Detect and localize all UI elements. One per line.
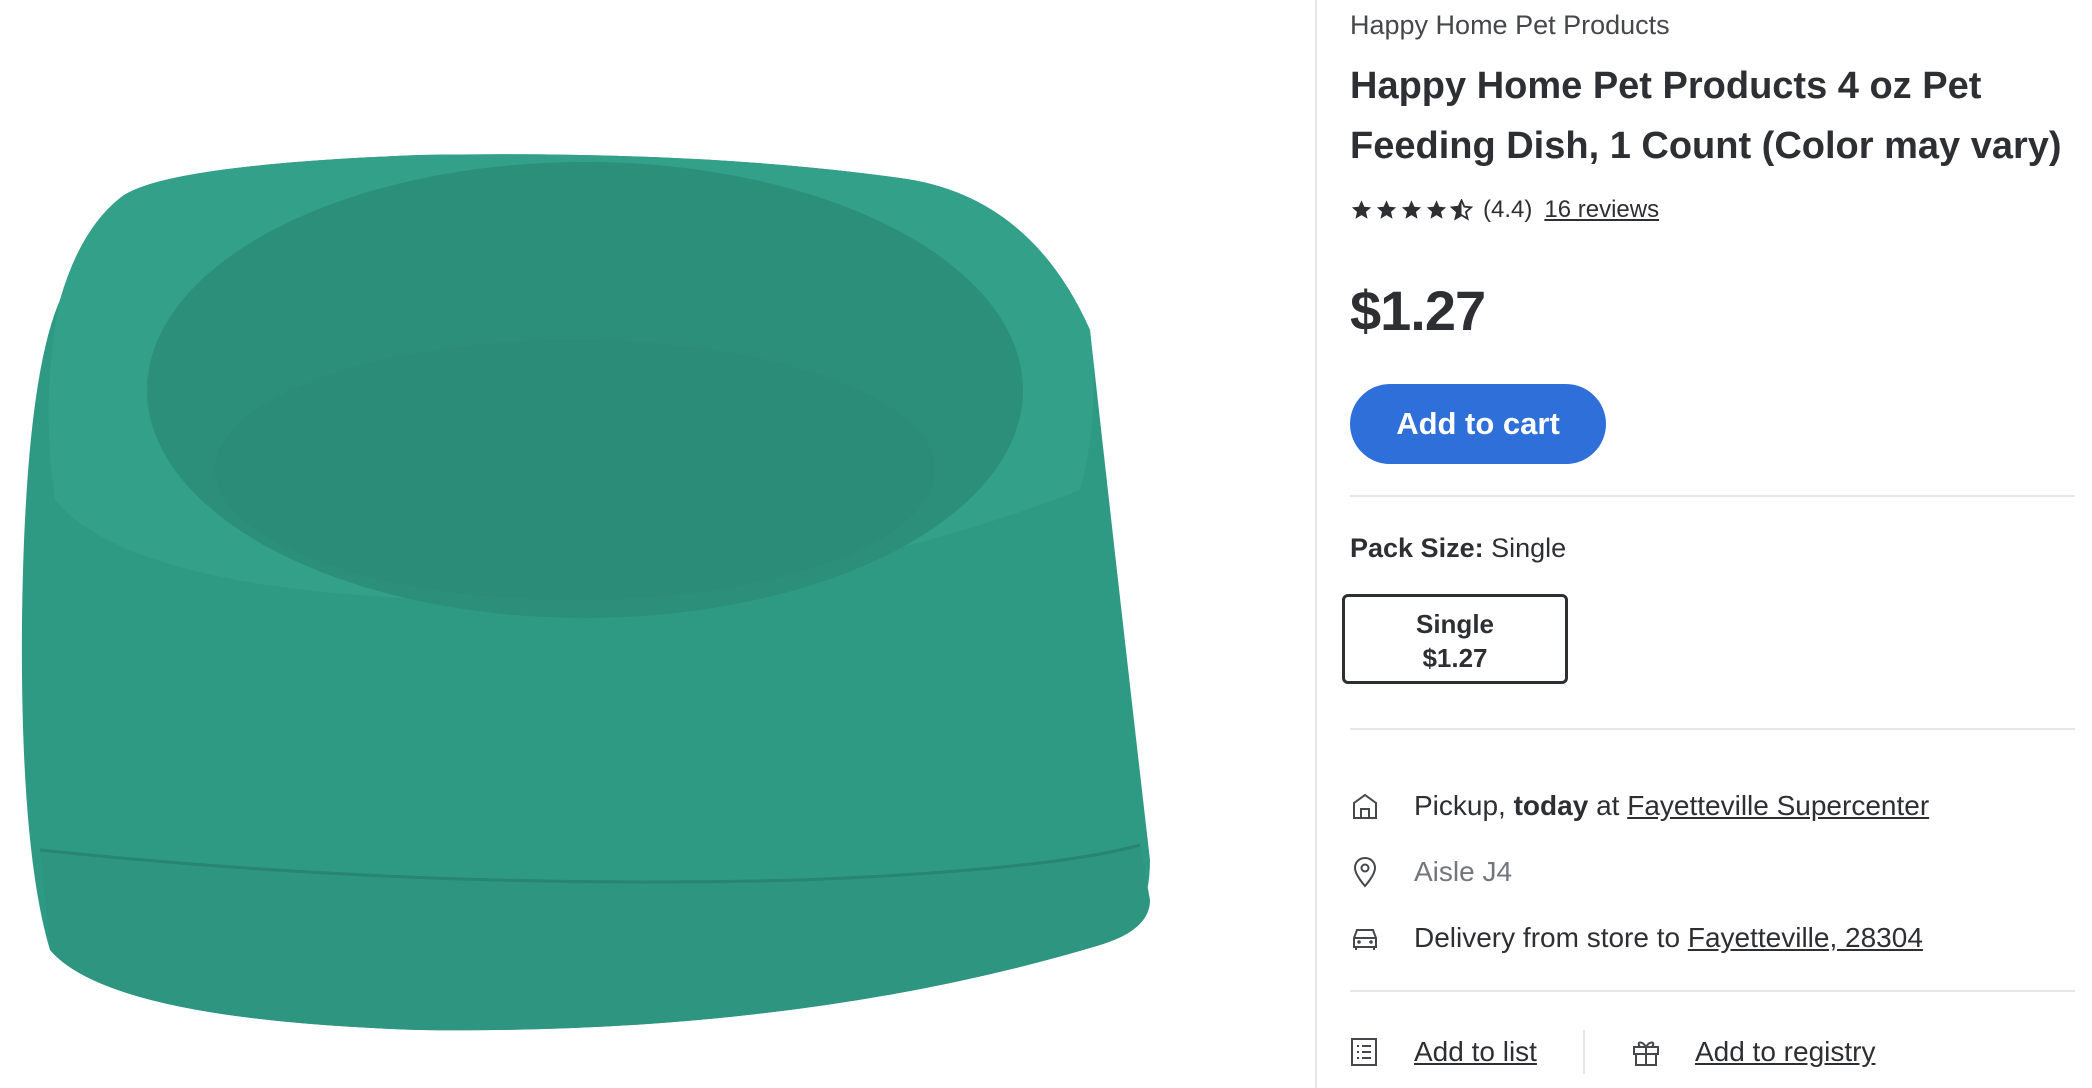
rating-value: (4.4) xyxy=(1483,196,1533,223)
gift-icon xyxy=(1631,1036,1661,1068)
divider xyxy=(1350,495,2075,497)
price: $1.27 xyxy=(1350,279,1486,342)
product-image[interactable] xyxy=(0,0,1315,1088)
delivery-row: Delivery from store to Fayetteville, 283… xyxy=(1350,922,1923,954)
store-icon xyxy=(1350,790,1380,822)
pack-size-selected: Single xyxy=(1491,533,1567,563)
action-separator xyxy=(1582,1030,1585,1074)
pack-size-heading: Pack Size: xyxy=(1350,533,1484,563)
star-full-icon xyxy=(1351,200,1372,219)
star-full-icon xyxy=(1401,200,1422,219)
pack-size-label: Pack Size: Single xyxy=(1350,533,1566,564)
aisle-row: Aisle J4 xyxy=(1350,856,1512,888)
store-link[interactable]: Fayetteville Supercenter xyxy=(1627,790,1929,822)
reviews-link[interactable]: 16 reviews xyxy=(1544,196,1659,224)
rating-row: (4.4) 16 reviews xyxy=(1350,196,1659,224)
star-half-icon xyxy=(1450,199,1473,221)
pickup-at: at xyxy=(1596,790,1620,821)
star-rating xyxy=(1350,199,1473,221)
pickup-prefix: Pickup, xyxy=(1414,790,1506,821)
divider xyxy=(1350,990,2075,992)
list-icon xyxy=(1350,1036,1380,1068)
delivery-location-link[interactable]: Fayetteville, 28304 xyxy=(1688,922,1923,954)
star-full-icon xyxy=(1426,200,1447,219)
add-to-cart-button[interactable]: Add to cart xyxy=(1350,384,1606,464)
product-title: Happy Home Pet Products 4 oz Pet Feeding… xyxy=(1350,65,2062,167)
delivery-prefix: Delivery from store to xyxy=(1414,922,1681,953)
brand-link[interactable]: Happy Home Pet Products xyxy=(1350,10,1670,41)
variant-name: Single xyxy=(1415,609,1494,639)
aisle-text: Aisle J4 xyxy=(1414,856,1513,887)
divider xyxy=(1350,728,2075,730)
pickup-row: Pickup, today at Fayetteville Supercente… xyxy=(1350,790,1929,822)
car-icon xyxy=(1350,922,1380,954)
pickup-when: today xyxy=(1513,790,1589,821)
pet-bowl-image xyxy=(21,154,1150,1031)
variant-price: $1.27 xyxy=(1422,643,1488,673)
add-to-list-link[interactable]: Add to list xyxy=(1414,1036,1537,1068)
add-to-registry-link[interactable]: Add to registry xyxy=(1695,1036,1876,1068)
list-actions: Add to list Add to registry xyxy=(1350,1030,1875,1074)
pane-divider xyxy=(1315,0,1317,1088)
location-pin-icon xyxy=(1350,856,1380,888)
variant-option-single[interactable]: Single $1.27 xyxy=(1342,594,1568,684)
star-full-icon xyxy=(1376,200,1397,219)
